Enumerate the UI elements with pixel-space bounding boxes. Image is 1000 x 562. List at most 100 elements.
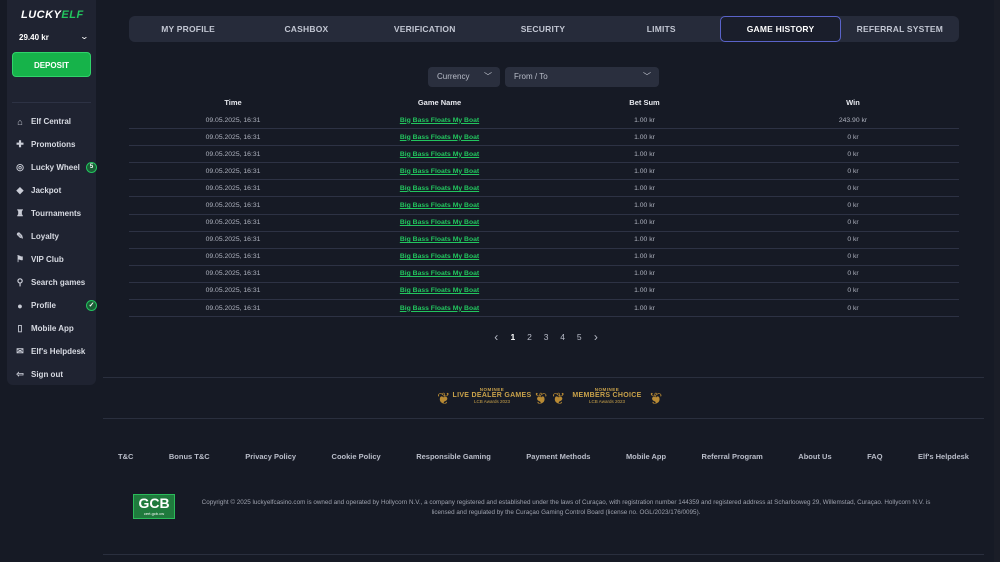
cell-win: 0 kr xyxy=(847,184,859,192)
game-link[interactable]: Big Bass Floats My Boat xyxy=(400,253,479,260)
profile-tabs: MY PROFILE CASHBOX VERIFICATION SECURITY LIM… xyxy=(129,16,959,42)
footer-link-elf-s-helpdesk[interactable]: Elf's Helpdesk xyxy=(918,452,969,461)
balance-amount[interactable]: 29.40 kr xyxy=(19,33,49,42)
sidebar-item-label: Elf's Helpdesk xyxy=(31,347,86,356)
laurel-right-icon: ❦ xyxy=(648,391,662,408)
table-row: 09.05.2025, 16:31 Big Bass Floats My Boat… xyxy=(129,232,959,249)
cell-time: 09.05.2025, 16:31 xyxy=(205,116,261,124)
cell-time: 09.05.2025, 16:31 xyxy=(205,219,261,227)
sidebar-item-profile[interactable]: ● Profile ✓ xyxy=(7,294,97,317)
cell-bet-sum: 1.00 kr xyxy=(634,287,655,295)
header-game-name: Game Name xyxy=(417,98,462,107)
chevron-down-icon[interactable]: ⌄ xyxy=(80,32,89,41)
page-3-button[interactable]: 3 xyxy=(538,332,555,342)
table-row: 09.05.2025, 16:31 Big Bass Floats My Boat… xyxy=(129,197,959,215)
game-link[interactable]: Big Bass Floats My Boat xyxy=(400,168,479,175)
date-range-select[interactable]: From / To ﹀ xyxy=(505,67,659,87)
tab-my-profile[interactable]: MY PROFILE xyxy=(129,16,247,42)
cell-win: 0 kr xyxy=(847,150,859,158)
cell-game-name: Big Bass Floats My Boat xyxy=(337,253,542,260)
sidebar-item-mobile-app[interactable]: ▯ Mobile App xyxy=(7,317,96,340)
page-5-button[interactable]: 5 xyxy=(571,332,588,342)
deposit-button[interactable]: DEPOSIT xyxy=(12,52,91,77)
copyright-text: Copyright © 2025 luckyelfcasino.com is o… xyxy=(186,498,946,518)
search-icon: ⚲ xyxy=(16,277,24,287)
cell-game-name: Big Bass Floats My Boat xyxy=(337,134,542,141)
sidebar-item-label: Jackpot xyxy=(31,186,62,195)
game-link[interactable]: Big Bass Floats My Boat xyxy=(400,117,479,124)
game-link[interactable]: Big Bass Floats My Boat xyxy=(400,185,479,192)
diamond-icon: ◆ xyxy=(16,185,24,195)
cell-win: 0 kr xyxy=(847,133,859,141)
cell-bet-sum: 1.00 kr xyxy=(634,270,655,278)
footer-link-bonus-t-c[interactable]: Bonus T&C xyxy=(169,452,210,461)
cell-win: 0 kr xyxy=(847,167,859,175)
footer-link-referral-program[interactable]: Referral Program xyxy=(702,452,763,461)
cell-game-name: Big Bass Floats My Boat xyxy=(337,305,542,312)
flag-icon: ⚑ xyxy=(15,254,25,264)
footer-link-about-us[interactable]: About Us xyxy=(798,452,831,461)
footer-link-responsible-gaming[interactable]: Responsible Gaming xyxy=(416,452,491,461)
award-title: LIVE DEALER GAMES xyxy=(452,392,532,399)
footer-link-mobile-app[interactable]: Mobile App xyxy=(626,452,666,461)
chevron-left-icon[interactable]: ‹ xyxy=(488,330,505,344)
table-row: 09.05.2025, 16:31 Big Bass Floats My Boat… xyxy=(129,129,959,147)
chevron-right-icon[interactable]: › xyxy=(588,330,605,344)
scrollbar[interactable] xyxy=(994,0,1000,562)
game-link[interactable]: Big Bass Floats My Boat xyxy=(400,134,479,141)
sidebar-item-lucky-wheel[interactable]: ◎ Lucky Wheel 5 xyxy=(7,156,97,179)
sidebar-item-loyalty[interactable]: ✎ Loyalty xyxy=(7,225,96,248)
sidebar-item-elf-s-helpdesk[interactable]: ✉ Elf's Helpdesk xyxy=(7,340,96,363)
game-link[interactable]: Big Bass Floats My Boat xyxy=(400,305,479,312)
game-link[interactable]: Big Bass Floats My Boat xyxy=(400,219,479,226)
sidebar-item-label: Promotions xyxy=(31,140,76,149)
sidebar-item-jackpot[interactable]: ◆ Jackpot xyxy=(7,179,96,202)
award-title: MEMBERS CHOICE xyxy=(572,392,642,399)
tab-referral-system[interactable]: REFERRAL SYSTEM xyxy=(841,16,959,42)
logo[interactable]: LUCKYELF xyxy=(21,9,84,21)
footer-link-cookie-policy[interactable]: Cookie Policy xyxy=(332,452,381,461)
cell-win: 0 kr xyxy=(847,287,859,295)
game-link[interactable]: Big Bass Floats My Boat xyxy=(400,236,479,243)
sidebar-item-vip-club[interactable]: ⚑ VIP Club xyxy=(7,248,96,271)
cell-win: 0 kr xyxy=(847,236,859,244)
laurel-left-icon: ❦ xyxy=(437,391,451,408)
sidebar-item-elf-central[interactable]: ⌂ Elf Central xyxy=(7,110,96,133)
footer-link-privacy-policy[interactable]: Privacy Policy xyxy=(245,452,296,461)
tab-game-history[interactable]: GAME HISTORY xyxy=(720,16,841,42)
game-link[interactable]: Big Bass Floats My Boat xyxy=(400,151,479,158)
sidebar-item-promotions[interactable]: ✚ Promotions xyxy=(7,133,96,156)
cell-game-name: Big Bass Floats My Boat xyxy=(337,151,542,158)
cell-bet-sum: 1.00 kr xyxy=(634,236,655,244)
tab-cashbox[interactable]: CASHBOX xyxy=(247,16,365,42)
footer-link-t-c[interactable]: T&C xyxy=(118,452,133,461)
cell-time: 09.05.2025, 16:31 xyxy=(205,253,261,261)
game-link[interactable]: Big Bass Floats My Boat xyxy=(400,202,479,209)
divider xyxy=(103,377,984,378)
count-badge: 5 xyxy=(86,162,97,173)
tag-icon: ✎ xyxy=(16,231,24,241)
divider xyxy=(103,418,984,419)
footer-link-faq[interactable]: FAQ xyxy=(867,452,882,461)
sidebar-item-search-games[interactable]: ⚲ Search games xyxy=(7,271,96,294)
sidebar-item-tournaments[interactable]: ♜ Tournaments xyxy=(7,202,96,225)
page-2-button[interactable]: 2 xyxy=(521,332,538,342)
footer-link-payment-methods[interactable]: Payment Methods xyxy=(526,452,590,461)
page: LUCKYELF 29.40 kr ⌄ DEPOSIT ⌂ Elf Central… xyxy=(0,0,1000,562)
cell-time: 09.05.2025, 16:31 xyxy=(205,133,261,141)
page-1-button[interactable]: 1 xyxy=(505,332,522,342)
sidebar-item-sign-out[interactable]: ⇦ Sign out xyxy=(7,363,96,386)
logo-text-elf: ELF xyxy=(61,9,84,21)
page-4-button[interactable]: 4 xyxy=(554,332,571,342)
tab-limits[interactable]: LIMITS xyxy=(602,16,720,42)
sign-out-icon: ⇦ xyxy=(16,369,24,379)
table-header: Time Game Name Bet Sum Win xyxy=(129,98,959,112)
gcb-license-seal[interactable]: GCB cert.gcb.cw xyxy=(133,494,175,519)
game-link[interactable]: Big Bass Floats My Boat xyxy=(400,287,479,294)
currency-select[interactable]: Currency ﹀ xyxy=(428,67,500,87)
tab-security[interactable]: SECURITY xyxy=(484,16,602,42)
game-link[interactable]: Big Bass Floats My Boat xyxy=(400,270,479,277)
trophy-icon: ♜ xyxy=(15,208,25,218)
date-range-label: From / To xyxy=(514,72,548,81)
tab-verification[interactable]: VERIFICATION xyxy=(366,16,484,42)
